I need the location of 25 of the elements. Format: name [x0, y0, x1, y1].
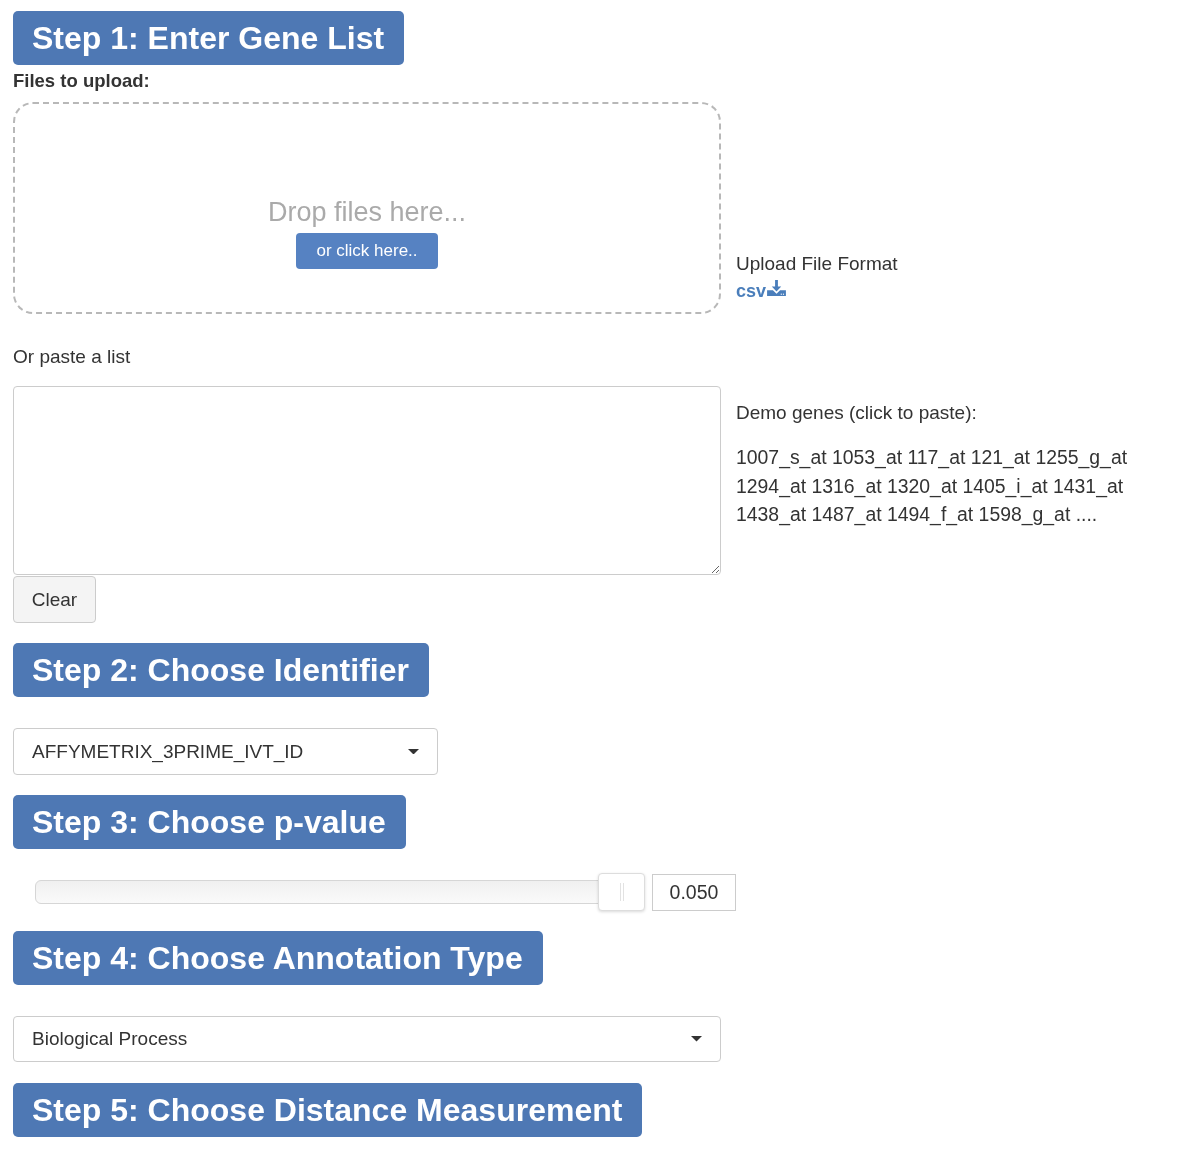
- slider-track[interactable]: [35, 873, 645, 911]
- identifier-select[interactable]: AFFYMETRIX_3PRIME_IVT_ID: [13, 728, 438, 775]
- slider-handle[interactable]: [598, 873, 645, 911]
- pvalue-field[interactable]: 0.050: [652, 873, 736, 911]
- grip-lines-icon: [619, 883, 624, 901]
- demo-label: Demo genes (click to paste):: [736, 401, 977, 425]
- upload-label: Files to upload:: [13, 70, 150, 92]
- download-icon[interactable]: [767, 280, 787, 296]
- csv-link[interactable]: csv: [736, 280, 767, 301]
- annotation-select[interactable]: Biological Process: [13, 1016, 721, 1062]
- step-heading: Step 3: Choose p-value: [13, 795, 406, 849]
- format-label: Upload File Format: [736, 252, 898, 276]
- step-heading: Step 2: Choose Identifier: [13, 643, 429, 697]
- step-heading: Step 4: Choose Annotation Type: [13, 931, 543, 985]
- drop-zone[interactable]: Drop files here... or click here..: [13, 102, 721, 314]
- drop-prompt: Drop files here...: [267, 195, 467, 228]
- browse-button[interactable]: or click here..: [296, 232, 438, 269]
- step-heading: Step 1: Enter Gene List: [13, 11, 405, 65]
- step-heading: Step 5: Choose Distance Measurement: [13, 1083, 643, 1137]
- caret-icon: [691, 1036, 702, 1042]
- clear-button[interactable]: Clear: [13, 576, 96, 623]
- gene-list-field[interactable]: [13, 386, 721, 575]
- demo-gene-list[interactable]: 1007_s_at 1053_at 117_at 121_at 1255_g_at 1294_at 1316_at 1320_at 1405_i_at 1431_at 1438_at 1487_at 1494_f_at 1598_g_at ....: [736, 443, 1166, 529]
- caret-icon: [408, 748, 419, 755]
- paste-label: Or paste a list: [13, 346, 131, 368]
